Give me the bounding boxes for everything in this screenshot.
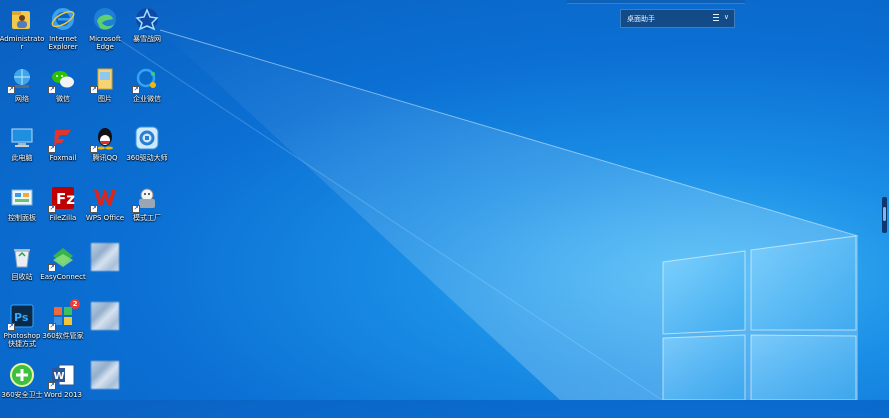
svg-text:Ps: Ps bbox=[14, 311, 29, 324]
menu-icon[interactable] bbox=[712, 13, 719, 21]
user-folder-icon bbox=[8, 5, 36, 33]
blurred-icon bbox=[91, 302, 119, 330]
desktop-icon-blurred-3[interactable] bbox=[76, 358, 134, 418]
360-safe-icon bbox=[8, 361, 36, 389]
wps-icon: ↗ bbox=[90, 184, 119, 213]
shortcut-arrow-icon: ↗ bbox=[48, 205, 56, 213]
internet-explorer-icon bbox=[49, 5, 77, 33]
shortcut-arrow-icon: ↗ bbox=[48, 86, 56, 94]
desktop-icon-label: 企业微信 bbox=[133, 95, 161, 103]
shortcut-arrow-icon: ↗ bbox=[132, 205, 140, 213]
svg-text:Fz: Fz bbox=[56, 190, 75, 208]
desktop-icon-battlenet[interactable]: 暴雪战网 bbox=[118, 2, 176, 62]
shortcut-arrow-icon: ↗ bbox=[90, 205, 98, 213]
control-panel-icon bbox=[8, 184, 36, 212]
word-icon: W ↗ bbox=[48, 361, 77, 390]
blurred-icon bbox=[91, 243, 119, 271]
svg-text:W: W bbox=[54, 371, 65, 382]
desktop-assistant-widget[interactable]: 桌面助手 ∨ bbox=[620, 9, 735, 28]
format-factory-icon: ↗ bbox=[132, 184, 161, 213]
qq-icon: ↗ bbox=[90, 124, 119, 153]
desktop-icon-format-factory[interactable]: ↗ 模式工厂 bbox=[118, 181, 176, 241]
desktop-icon-driver-master[interactable]: 360驱动大师 bbox=[118, 121, 176, 181]
desktop-icon-blurred-2[interactable] bbox=[76, 299, 134, 359]
desktop-icon-label: 360驱动大师 bbox=[126, 154, 168, 162]
wecom-icon: ↗ bbox=[132, 65, 161, 94]
this-pc-icon bbox=[8, 124, 36, 152]
shortcut-arrow-icon: ↗ bbox=[90, 86, 98, 94]
shortcut-arrow-icon: ↗ bbox=[48, 145, 56, 153]
desktop-assistant-title: 桌面助手 bbox=[627, 14, 655, 23]
foxmail-icon: ↗ bbox=[48, 124, 77, 153]
driver-master-icon bbox=[133, 124, 161, 152]
desktop-icon-label: 暴雪战网 bbox=[133, 35, 161, 43]
software-manager-icon: 2 ↗ bbox=[48, 299, 80, 331]
edge-icon bbox=[91, 5, 119, 33]
chevron-down-icon[interactable]: ∨ bbox=[724, 13, 729, 21]
blurred-icon bbox=[91, 361, 119, 389]
shortcut-arrow-icon: ↗ bbox=[7, 323, 15, 331]
easyconnect-icon: ↗ bbox=[48, 243, 77, 272]
pictures-folder-icon: ↗ bbox=[90, 65, 119, 94]
battlenet-icon bbox=[133, 5, 161, 33]
photoshop-icon: Ps ↗ bbox=[7, 302, 36, 331]
recycle-bin-icon bbox=[8, 243, 36, 271]
shortcut-arrow-icon: ↗ bbox=[48, 323, 56, 331]
shortcut-arrow-icon: ↗ bbox=[132, 86, 140, 94]
desktop-icon-blurred-1[interactable] bbox=[76, 240, 134, 300]
desktop-icon-wecom[interactable]: ↗ 企业微信 bbox=[118, 62, 176, 122]
side-scroll-handle[interactable] bbox=[882, 197, 887, 233]
shortcut-arrow-icon: ↗ bbox=[48, 264, 56, 272]
network-icon: ↗ bbox=[7, 65, 36, 94]
filezilla-icon: Fz ↗ bbox=[48, 184, 77, 213]
top-window-edge bbox=[567, 0, 745, 4]
shortcut-arrow-icon: ↗ bbox=[7, 86, 15, 94]
desktop-icon-label: 模式工厂 bbox=[133, 214, 161, 222]
shortcut-arrow-icon: ↗ bbox=[48, 382, 56, 390]
shortcut-arrow-icon: ↗ bbox=[90, 145, 98, 153]
wechat-icon: ↗ bbox=[48, 65, 77, 94]
